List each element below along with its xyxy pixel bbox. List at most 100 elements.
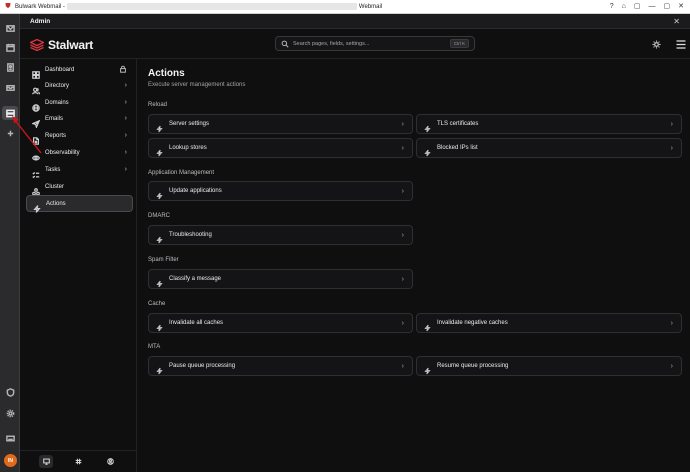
- search-input[interactable]: Search pages, fields, settings... Ctrl K: [275, 36, 475, 51]
- chevron-right-icon: ›: [401, 120, 404, 128]
- close-icon[interactable]: ✕: [673, 17, 680, 26]
- page-title: Actions: [148, 68, 185, 79]
- calendar-icon[interactable]: [4, 41, 16, 53]
- sidebar-item-directory[interactable]: Directory ›: [26, 78, 133, 94]
- sidebar-item-reports[interactable]: Reports ›: [26, 128, 133, 145]
- restore-icon[interactable]: ▢: [634, 2, 641, 12]
- action-label: Classify a message: [169, 276, 222, 282]
- monitor-view-button[interactable]: [39, 455, 54, 468]
- action-invalidate-all-caches[interactable]: Invalidate all caches ›: [148, 313, 413, 333]
- users-icon: [32, 82, 41, 94]
- action-label: Server settings: [169, 121, 210, 127]
- chevron-right-icon: ›: [401, 319, 404, 327]
- sidebar-item-label: Directory: [45, 82, 70, 89]
- chevron-right-icon: ›: [124, 82, 127, 89]
- home-icon[interactable]: ⌂: [622, 2, 626, 12]
- action-pause-queue[interactable]: Pause queue processing ›: [148, 356, 413, 376]
- section-title-cache: Cache: [148, 301, 166, 307]
- shield-icon[interactable]: [4, 386, 16, 398]
- grid-view-button[interactable]: [71, 455, 85, 468]
- mail-icon[interactable]: [4, 22, 16, 34]
- globe-icon: [32, 99, 40, 112]
- action-classify-message[interactable]: Classify a message ›: [148, 269, 413, 289]
- settings-gear-icon[interactable]: [4, 407, 16, 419]
- sidebar-item-label: Observability: [45, 149, 80, 156]
- bolt-icon: [156, 275, 163, 288]
- brand-name: Stalwart: [48, 38, 94, 52]
- bolt-icon: [33, 200, 41, 213]
- contacts-icon[interactable]: [4, 61, 16, 73]
- maximize-icon[interactable]: ▢: [664, 2, 671, 12]
- sidebar-item-dashboard[interactable]: Dashboard: [26, 62, 133, 79]
- account-button[interactable]: [104, 455, 118, 468]
- window-title-prefix: Bulwark Webmail -: [15, 3, 65, 10]
- app-rail: IN: [0, 14, 20, 472]
- sidebar-item-domains[interactable]: Domains ›: [26, 95, 133, 112]
- sidebar-item-label: Reports: [45, 132, 67, 139]
- user-avatar[interactable]: IN: [4, 454, 17, 467]
- admin-server-icon[interactable]: [2, 106, 18, 120]
- dashboard-icon: [32, 66, 40, 79]
- action-blocked-ips[interactable]: Blocked IPs list ›: [416, 138, 682, 158]
- sidebar-item-cluster[interactable]: Cluster: [26, 179, 133, 195]
- sidebar-item-actions[interactable]: Actions: [26, 195, 133, 213]
- menu-icon[interactable]: [676, 40, 686, 49]
- section-title-reload: Reload: [148, 102, 168, 108]
- chevron-right-icon: ›: [124, 115, 127, 122]
- window-controls: ? ⌂ ▢ — ▢ ✕: [610, 2, 690, 12]
- theme-toggle-sun-icon[interactable]: [652, 40, 661, 49]
- action-label: Pause queue processing: [169, 363, 236, 369]
- search-icon: [281, 40, 289, 48]
- sidebar-item-label: Emails: [45, 115, 64, 122]
- action-update-applications[interactable]: Update applications ›: [148, 181, 413, 201]
- close-window-icon[interactable]: ✕: [678, 2, 684, 12]
- redacted-url: [66, 3, 357, 10]
- action-label: Invalidate negative caches: [437, 320, 508, 326]
- sidebar-item-tasks[interactable]: Tasks ›: [26, 162, 133, 178]
- minimize-icon[interactable]: —: [649, 2, 656, 12]
- action-lookup-stores[interactable]: Lookup stores ›: [148, 138, 413, 158]
- admin-title: Admin: [30, 17, 51, 25]
- chevron-right-icon: ›: [124, 99, 127, 106]
- chevron-right-icon: ›: [670, 120, 673, 128]
- send-icon: [31, 115, 41, 129]
- lock-icon: [119, 65, 127, 75]
- user-circle-icon: [107, 458, 115, 465]
- inbox-icon[interactable]: [4, 81, 16, 93]
- admin-sidebar: Dashboard Directory › Domains › Emails ›…: [20, 59, 137, 472]
- action-tls-certificates[interactable]: TLS certificates ›: [416, 114, 682, 134]
- window-title-suffix: Webmail: [358, 3, 383, 10]
- chevron-right-icon: ›: [670, 362, 673, 370]
- grid-icon: [75, 458, 82, 465]
- monitor-icon: [42, 458, 50, 465]
- action-label: Resume queue processing: [437, 363, 509, 369]
- bolt-icon: [156, 144, 163, 157]
- bolt-icon: [424, 120, 431, 133]
- action-resume-queue[interactable]: Resume queue processing ›: [416, 356, 682, 376]
- sidebar-item-emails[interactable]: Emails ›: [26, 111, 133, 129]
- eye-icon: [31, 149, 41, 161]
- bolt-icon: [156, 362, 163, 375]
- chevron-right-icon: ›: [124, 149, 127, 156]
- action-label: TLS certificates: [437, 121, 479, 127]
- action-troubleshooting[interactable]: Troubleshooting ›: [148, 225, 413, 245]
- section-title-dmarc: DMARC: [148, 213, 170, 219]
- bolt-icon: [424, 319, 431, 332]
- sidebar-item-label: Tasks: [45, 166, 61, 173]
- help-icon[interactable]: ?: [610, 2, 614, 12]
- app-favicon-icon: ⛊: [5, 2, 11, 10]
- action-invalidate-negative-caches[interactable]: Invalidate negative caches ›: [416, 313, 682, 333]
- add-icon[interactable]: [4, 127, 16, 139]
- stalwart-logo-icon: [30, 39, 44, 51]
- admin-dialog-header: Admin ✕: [20, 14, 690, 29]
- keyboard-icon[interactable]: [4, 432, 16, 444]
- sidebar-item-observability[interactable]: Observability ›: [26, 145, 133, 161]
- search-placeholder: Search pages, fields, settings...: [293, 40, 370, 47]
- main-content: Actions Execute server management action…: [138, 59, 690, 472]
- page-subtitle: Execute server management actions: [148, 82, 246, 88]
- section-title-application-management: Application Management: [148, 170, 215, 176]
- action-label: Update applications: [169, 188, 222, 194]
- chevron-right-icon: ›: [124, 166, 127, 173]
- action-server-settings[interactable]: Server settings ›: [148, 114, 413, 134]
- stalwart-logo[interactable]: Stalwart: [30, 38, 93, 52]
